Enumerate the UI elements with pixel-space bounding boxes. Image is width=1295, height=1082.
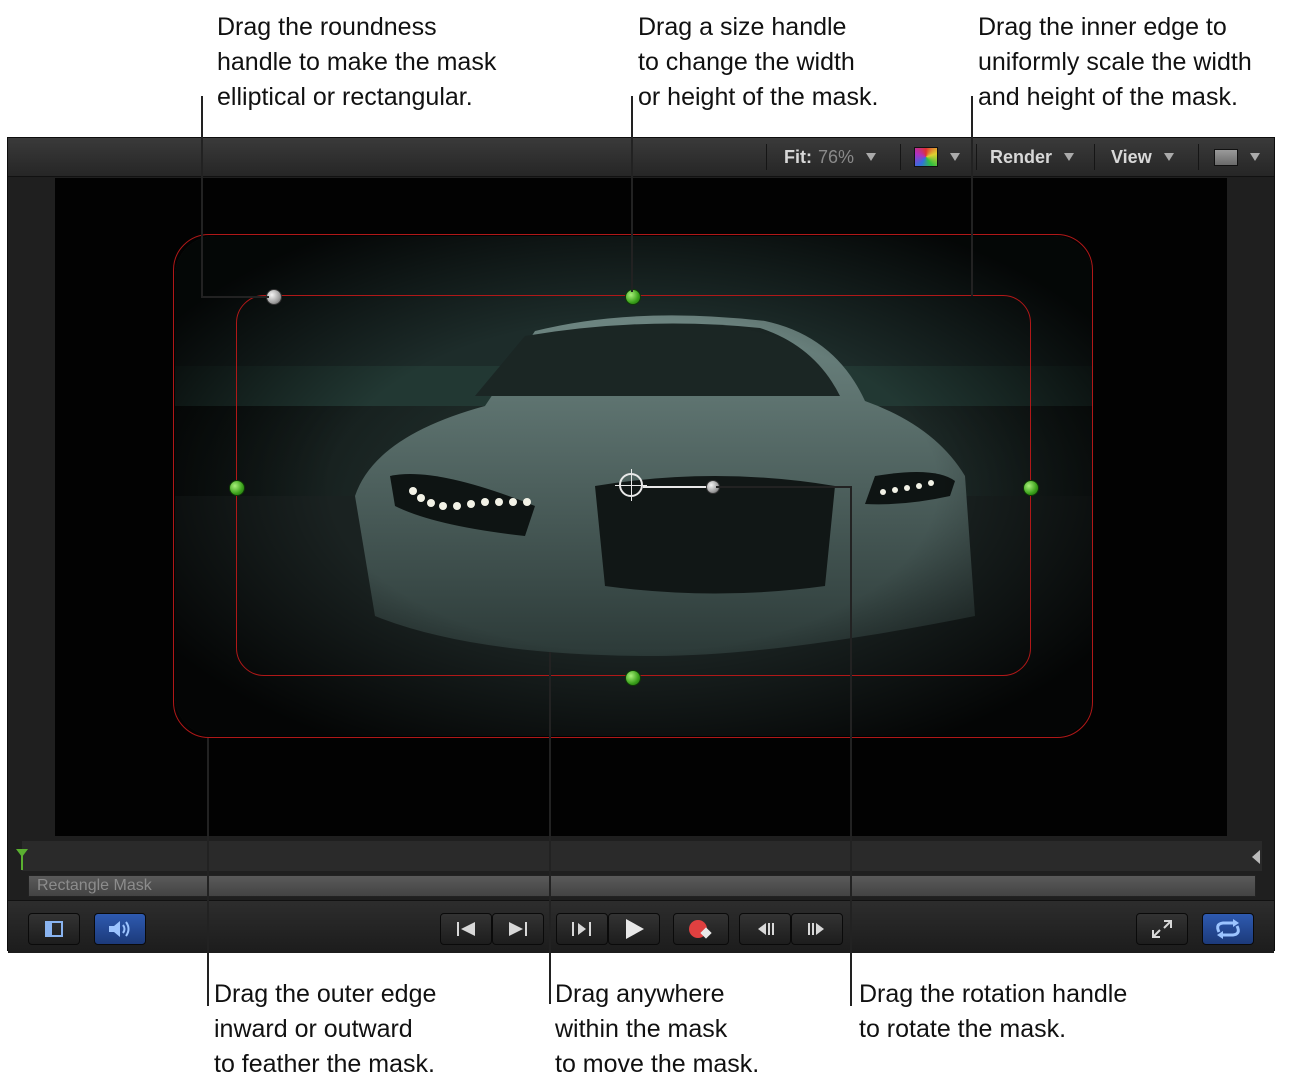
play-from-start-icon: [572, 922, 591, 936]
view-menu[interactable]: View: [1111, 138, 1174, 176]
layout-toggle-button[interactable]: [28, 913, 80, 945]
callout-inner-edge: Drag the inner edge to uniformly scale t…: [978, 13, 1252, 111]
play-button[interactable]: [608, 913, 660, 945]
toolbar-divider: [1198, 144, 1199, 170]
render-menu[interactable]: Render: [990, 138, 1075, 176]
chevron-down-icon: [866, 153, 877, 161]
play-icon: [626, 919, 644, 939]
previous-frame-icon: [758, 923, 774, 935]
color-channels-menu[interactable]: [914, 138, 960, 176]
audio-toggle-button[interactable]: [94, 913, 146, 945]
color-channels-icon: [914, 147, 938, 167]
play-from-start-button[interactable]: [556, 913, 608, 945]
mask-center-handle[interactable]: [615, 469, 647, 501]
callout-move-mask: Drag anywhere within the mask to move th…: [555, 980, 760, 1078]
toolbar-divider: [766, 144, 767, 170]
chevron-down-icon: [1250, 153, 1260, 161]
timeline-track-bar[interactable]: Rectangle Mask: [28, 875, 1256, 897]
size-handle-top[interactable]: [625, 289, 641, 305]
fit-label: Fit:: [784, 146, 812, 167]
leader-line-roundness: [201, 96, 203, 298]
fullscreen-button[interactable]: [1136, 913, 1188, 945]
view-label: View: [1111, 146, 1152, 167]
record-icon: [689, 920, 712, 939]
chevron-down-icon: [1064, 153, 1075, 161]
viewer-toolbar: Fit: 76% Render View: [8, 138, 1274, 177]
go-to-start-button[interactable]: [440, 913, 492, 945]
rotation-arm: [643, 486, 713, 488]
callout-size-handle: Drag a size handle to change the width o…: [638, 13, 879, 111]
playhead[interactable]: [16, 849, 28, 857]
speaker-icon: [109, 921, 130, 937]
canvas-area[interactable]: [55, 178, 1227, 836]
go-to-end-button[interactable]: [492, 913, 544, 945]
leader-line-rotation: [850, 486, 852, 1006]
go-to-end-icon: [509, 922, 527, 936]
size-handle-bottom[interactable]: [625, 670, 641, 686]
leader-line-outer-edge: [207, 738, 209, 1006]
play-range-out-marker[interactable]: [1252, 850, 1260, 864]
callout-roundness-handle: Drag the roundness handle to make the ma…: [217, 13, 497, 111]
layout-menu[interactable]: [1214, 138, 1260, 176]
transport-controls: [8, 900, 1274, 953]
layout-icon: [1214, 148, 1238, 166]
chevron-down-icon: [1163, 153, 1174, 161]
next-frame-icon: [808, 923, 824, 935]
leader-line-roundness: [201, 296, 269, 298]
toolbar-divider: [900, 144, 901, 170]
render-label: Render: [990, 146, 1053, 167]
leader-line-move: [549, 652, 551, 1004]
track-label: Rectangle Mask: [37, 877, 152, 894]
leader-line-inner-edge: [971, 96, 973, 296]
toolbar-divider: [1094, 144, 1095, 170]
canvas-viewer: Fit: 76% Render View Rectangle Mask: [7, 137, 1275, 953]
previous-frame-button[interactable]: [739, 913, 791, 945]
fullscreen-icon: [1152, 920, 1172, 938]
layout-icon: [45, 921, 63, 937]
leader-line-size: [631, 96, 633, 292]
toolbar-divider: [976, 144, 977, 170]
record-button[interactable]: [673, 913, 729, 945]
loop-playback-button[interactable]: [1202, 913, 1254, 945]
leader-line-rotation: [716, 486, 852, 488]
size-handle-left[interactable]: [229, 480, 245, 496]
callout-rotation-handle: Drag the rotation handle to rotate the m…: [859, 980, 1128, 1043]
callout-outer-edge: Drag the outer edge inward or outward to…: [214, 980, 437, 1078]
fit-zoom-menu[interactable]: Fit: 76%: [784, 138, 877, 176]
next-frame-button[interactable]: [791, 913, 843, 945]
loop-icon: [1216, 919, 1240, 939]
go-to-start-icon: [457, 922, 475, 936]
size-handle-right[interactable]: [1023, 480, 1039, 496]
chevron-down-icon: [950, 153, 960, 161]
fit-value: 76%: [817, 146, 855, 167]
